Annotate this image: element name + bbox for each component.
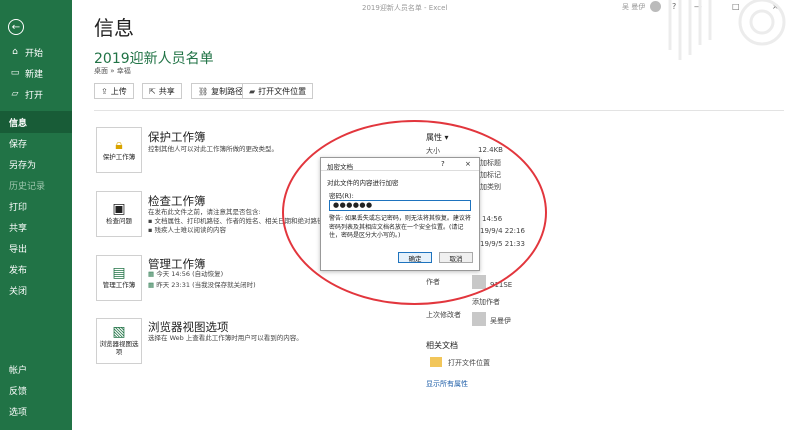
home-icon: ⌂ — [12, 47, 18, 57]
dialog-close-icon[interactable]: × — [465, 160, 471, 168]
sidebar-item-feedback[interactable]: 反馈 — [0, 379, 72, 401]
folder-icon: ▰ — [249, 86, 256, 96]
size-label: 大小 — [426, 147, 440, 155]
sidebar-item-home[interactable]: ⌂ 开始 — [0, 41, 72, 63]
version-unsaved[interactable]: ▦ 昨天 23:31 (当我没保存就关闭时) — [148, 281, 256, 291]
share-button[interactable]: ⇱ 共享 — [142, 83, 182, 99]
password-label: 密码(R): — [329, 192, 354, 200]
last-modified-name[interactable]: 吴曼伊 — [490, 316, 511, 326]
sidebar-item-export[interactable]: 导出 — [0, 237, 72, 259]
dialog-separator — [321, 170, 479, 171]
browser-view-options-title: 浏览器视图选项 — [148, 320, 229, 334]
last-modified-label: 上次修改者 — [426, 311, 461, 319]
sidebar-item-publish[interactable]: 发布 — [0, 258, 72, 280]
dialog-caption: 对此文件的内容进行加密 — [327, 179, 399, 187]
breadcrumb: 桌面 » 幸福 — [94, 67, 131, 75]
sidebar-item-options[interactable]: 选项 — [0, 400, 72, 422]
author-avatar — [472, 275, 486, 289]
sidebar-item-account[interactable]: 帐户 — [0, 358, 72, 380]
upload-icon: ⇪ — [101, 86, 108, 96]
new-icon: ▭ — [10, 68, 20, 78]
page-title: 信息 — [94, 16, 134, 40]
lock-icon: 🔒︎ — [115, 137, 123, 154]
manage-versions-icon: ▤ — [112, 265, 126, 282]
ok-button[interactable]: 确定 — [398, 252, 432, 263]
open-file-location-link[interactable]: 打开文件位置 — [448, 358, 490, 368]
author-name[interactable]: 911SE — [490, 281, 512, 289]
sidebar-item-new[interactable]: ▭ 新建 — [0, 62, 72, 84]
protect-workbook-title: 保护工作簿 — [148, 130, 206, 144]
sidebar-item-close[interactable]: 关闭 — [0, 279, 72, 301]
related-documents-header: 相关文档 — [426, 341, 458, 350]
browser-view-options-tile[interactable]: ▧ 浏览器视图选项 — [96, 318, 142, 364]
inspect-workbook-bullet: ▪ 残疾人士难以阅读的内容 — [148, 226, 226, 234]
sidebar-item-save[interactable]: 保存 — [0, 132, 72, 154]
version-autorecover[interactable]: ▦ 今天 14:56 (自动恢复) — [148, 270, 223, 280]
browser-view-options-desc: 选择在 Web 上查看此工作簿时用户可以看到的内容。 — [148, 334, 303, 342]
password-warning: 警告: 如果丢失或忘记密码，则无法将其恢复。建议将密码列表及其相应文档名放在一个… — [329, 215, 471, 240]
manage-workbook-tile[interactable]: ▤ 管理工作簿 — [96, 255, 142, 301]
background-pattern — [668, 0, 786, 60]
password-input[interactable]: ●●●●●● — [329, 200, 471, 211]
modified-date: 14:56 — [482, 215, 503, 223]
sidebar-item-history[interactable]: 历史记录 — [0, 174, 72, 196]
created-date: 19/9/4 22:16 — [480, 227, 525, 235]
user-name[interactable]: 吴 曼伊 — [622, 2, 645, 12]
link-icon: ⛓ — [198, 86, 209, 96]
sidebar-item-print[interactable]: 打印 — [0, 195, 72, 217]
window-title: 2019迎新人员名单 - Excel — [362, 4, 448, 12]
backstage-sidebar: ← ⌂ 开始 ▭ 新建 ▱ 打开 信息 保存 另存为 历史记录 打印 共享 导出 发布… — [0, 0, 72, 430]
folder-icon — [430, 357, 442, 367]
sidebar-item-info[interactable]: 信息 — [0, 111, 72, 133]
sidebar-item-share[interactable]: 共享 — [0, 216, 72, 238]
inspect-document-icon: ▣ — [112, 201, 126, 218]
encrypt-document-dialog: 加密文档 ? × 对此文件的内容进行加密 密码(R): ●●●●●● 警告: 如… — [320, 157, 480, 271]
cancel-button[interactable]: 取消 — [439, 252, 473, 263]
folder-open-icon: ▱ — [11, 89, 19, 99]
document-title: 2019迎新人员名单 — [94, 51, 214, 67]
browser-view-icon: ▧ — [112, 324, 126, 341]
properties-header[interactable]: 属性 ▾ — [426, 132, 449, 143]
sidebar-item-save-as[interactable]: 另存为 — [0, 153, 72, 175]
last-modified-avatar — [472, 312, 486, 326]
open-file-location-button[interactable]: ▰ 打开文件位置 — [242, 83, 314, 99]
back-arrow-icon[interactable]: ← — [8, 19, 24, 35]
add-author-link[interactable]: 添加作者 — [472, 297, 500, 307]
size-value: 12.4KB — [478, 146, 503, 154]
title-value[interactable]: 加标题 — [480, 158, 501, 168]
author-label: 作者 — [426, 278, 440, 286]
protect-workbook-tile[interactable]: 🔒︎ 保护工作簿 — [96, 127, 142, 173]
printed-date: 19/9/5 21:33 — [480, 240, 525, 248]
excel-file-icon: ▦ — [148, 281, 157, 289]
excel-file-icon: ▦ — [148, 270, 157, 278]
upload-button[interactable]: ⇪ 上传 — [94, 83, 134, 99]
share-icon: ⇱ — [149, 86, 156, 96]
tags-value[interactable]: 加标记 — [480, 170, 501, 180]
check-issues-tile[interactable]: ▣ 检查问题 — [96, 191, 142, 237]
divider — [94, 110, 784, 111]
inspect-workbook-title: 检查工作簿 — [148, 194, 206, 208]
sidebar-item-open[interactable]: ▱ 打开 — [0, 83, 72, 105]
dialog-help-icon[interactable]: ? — [441, 160, 445, 168]
show-all-properties-link[interactable]: 显示所有属性 — [426, 379, 468, 389]
protect-workbook-desc: 控制其他人可以对此工作簿所做的更改类型。 — [148, 145, 278, 153]
categories-value[interactable]: 加类别 — [480, 182, 501, 192]
